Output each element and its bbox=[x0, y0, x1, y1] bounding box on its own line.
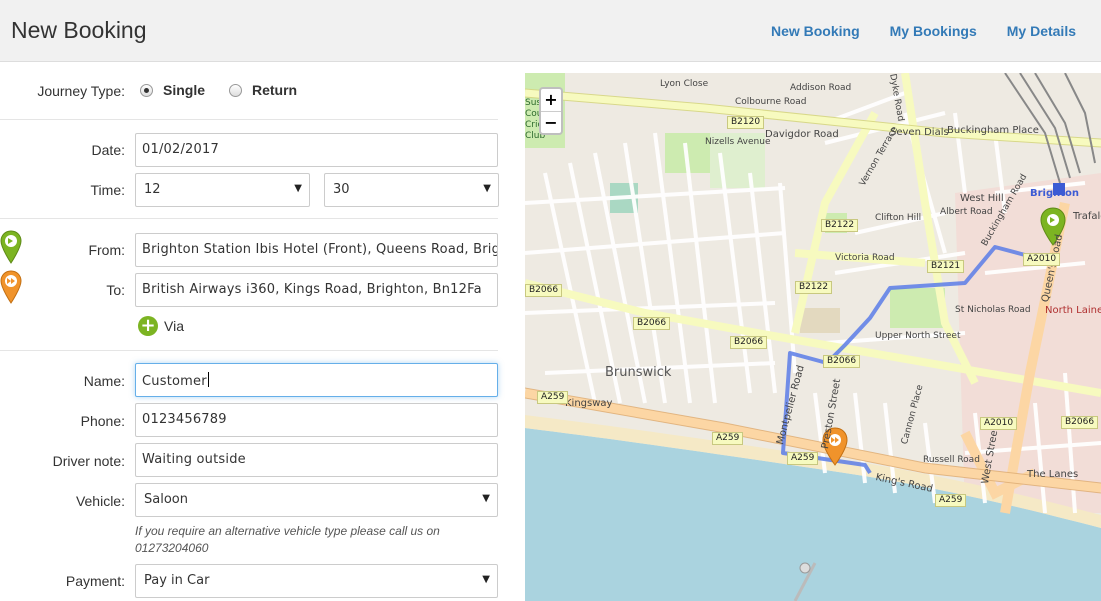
map-label-victoria-road: Victoria Road bbox=[835, 253, 895, 263]
time-minute-value: 30 bbox=[333, 182, 350, 197]
road-ref: B2066 bbox=[1061, 416, 1099, 429]
caret-down-icon: ▼ bbox=[483, 183, 491, 194]
to-label: To: bbox=[106, 282, 125, 298]
time-hour-value: 12 bbox=[144, 182, 161, 197]
map-label-colbourne-road: Colbourne Road bbox=[735, 97, 807, 107]
driver-note-input[interactable]: Waiting outside bbox=[135, 443, 498, 477]
road-ref: A2010 bbox=[1023, 253, 1061, 266]
map-label-brighton: Brighton bbox=[1030, 188, 1080, 199]
name-label: Name: bbox=[83, 373, 125, 389]
divider bbox=[0, 218, 498, 219]
name-value: Customer bbox=[142, 374, 207, 389]
map-zoom-control: + − bbox=[539, 87, 563, 135]
road-ref: A259 bbox=[935, 494, 967, 507]
map-label-the-lanes: The Lanes bbox=[1027, 469, 1079, 480]
vehicle-help-text: If you require an alternative vehicle ty… bbox=[135, 524, 440, 555]
date-label: Date: bbox=[91, 142, 125, 158]
phone-input[interactable]: 0123456789 bbox=[135, 403, 498, 437]
route-map[interactable]: Sussex County Cricket Club Lyon Close Ad… bbox=[525, 73, 1101, 601]
payment-label: Payment: bbox=[65, 573, 125, 589]
radio-checked-icon bbox=[140, 83, 153, 97]
to-pin-icon bbox=[0, 270, 22, 304]
road-ref: B2122 bbox=[821, 219, 859, 232]
zoom-out-button[interactable]: − bbox=[541, 111, 561, 133]
road-ref: B2122 bbox=[795, 281, 833, 294]
map-label-st-nicholas-road: St Nicholas Road bbox=[955, 305, 1031, 315]
caret-down-icon: ▼ bbox=[294, 183, 302, 194]
journey-return-radio[interactable]: Return bbox=[229, 82, 297, 98]
name-input[interactable]: Customer bbox=[135, 363, 498, 397]
vehicle-label: Vehicle: bbox=[75, 493, 125, 509]
map-tiles bbox=[525, 73, 1101, 601]
time-hour-select[interactable]: 12 ▼ bbox=[135, 173, 310, 207]
road-ref: B2121 bbox=[927, 260, 965, 273]
phone-label: Phone: bbox=[80, 413, 125, 429]
caret-down-icon: ▼ bbox=[482, 493, 490, 504]
journey-single-label: Single bbox=[163, 82, 206, 98]
map-label-brunswick: Brunswick bbox=[605, 365, 672, 380]
date-input[interactable]: 01/02/2017 bbox=[135, 133, 498, 167]
plus-circle-icon: + bbox=[138, 316, 158, 336]
road-ref: B2066 bbox=[823, 355, 861, 368]
road-ref: B2066 bbox=[730, 336, 768, 349]
booking-form: Journey Type: Single Return Date: 01/02/… bbox=[0, 62, 510, 601]
road-ref: B2120 bbox=[727, 116, 765, 129]
road-ref: A259 bbox=[712, 432, 744, 445]
radio-unchecked-icon bbox=[229, 83, 242, 97]
from-input[interactable]: Brighton Station Ibis Hotel (Front), Que… bbox=[135, 233, 498, 267]
from-pin-icon bbox=[0, 230, 22, 264]
payment-value: Pay in Car bbox=[144, 573, 210, 588]
road-ref: A2010 bbox=[980, 417, 1018, 430]
time-minute-select[interactable]: 30 ▼ bbox=[324, 173, 499, 207]
page-title: New Booking bbox=[11, 17, 147, 43]
add-via-button[interactable]: + Via bbox=[138, 316, 184, 336]
road-ref: B2066 bbox=[525, 284, 563, 297]
via-label: Via bbox=[164, 318, 184, 334]
map-label-west-hill: West Hill bbox=[960, 193, 1004, 204]
vehicle-select[interactable]: Saloon ▼ bbox=[135, 483, 498, 517]
road-ref: B2066 bbox=[633, 317, 671, 330]
time-label: Time: bbox=[90, 182, 125, 198]
road-ref: A259 bbox=[787, 452, 819, 465]
to-input[interactable]: British Airways i360, Kings Road, Bright… bbox=[135, 273, 498, 307]
map-label-buckingham-place: Buckingham Place bbox=[947, 125, 1039, 136]
vehicle-value: Saloon bbox=[144, 492, 188, 507]
map-label-trafalgar: Trafalg bbox=[1073, 211, 1101, 222]
page-header: New Booking New Booking My Bookings My D… bbox=[0, 0, 1101, 62]
map-label-north-laine: North Laine bbox=[1045, 305, 1101, 316]
map-label-kingsway: Kingsway bbox=[565, 398, 613, 409]
nav-my-bookings[interactable]: My Bookings bbox=[890, 23, 977, 39]
map-label-davigdor-road: Davigdor Road bbox=[765, 129, 839, 140]
nav-new-booking[interactable]: New Booking bbox=[771, 23, 860, 39]
map-label-albert-road: Albert Road bbox=[940, 207, 993, 217]
map-label-lyon-close: Lyon Close bbox=[660, 79, 709, 89]
map-label-upper-north-street: Upper North Street bbox=[875, 331, 961, 341]
nav-my-details[interactable]: My Details bbox=[1007, 23, 1076, 39]
road-ref: A259 bbox=[537, 391, 569, 404]
journey-return-label: Return bbox=[252, 82, 298, 98]
map-label-addison-road: Addison Road bbox=[790, 83, 852, 93]
map-label-clifton-hill: Clifton Hill bbox=[875, 213, 922, 223]
driver-note-label: Driver note: bbox=[52, 453, 125, 469]
caret-down-icon: ▼ bbox=[482, 574, 490, 585]
divider bbox=[0, 350, 498, 351]
zoom-in-button[interactable]: + bbox=[541, 89, 561, 111]
journey-type-label: Journey Type: bbox=[37, 83, 125, 99]
divider bbox=[0, 119, 498, 120]
map-label-russell-road: Russell Road bbox=[923, 455, 980, 465]
top-nav: New Booking My Bookings My Details bbox=[771, 23, 1076, 39]
map-label-nizells-avenue: Nizells Avenue bbox=[705, 137, 771, 147]
payment-select[interactable]: Pay in Car ▼ bbox=[135, 564, 498, 598]
journey-single-radio[interactable]: Single bbox=[140, 82, 205, 98]
from-label: From: bbox=[88, 242, 125, 258]
